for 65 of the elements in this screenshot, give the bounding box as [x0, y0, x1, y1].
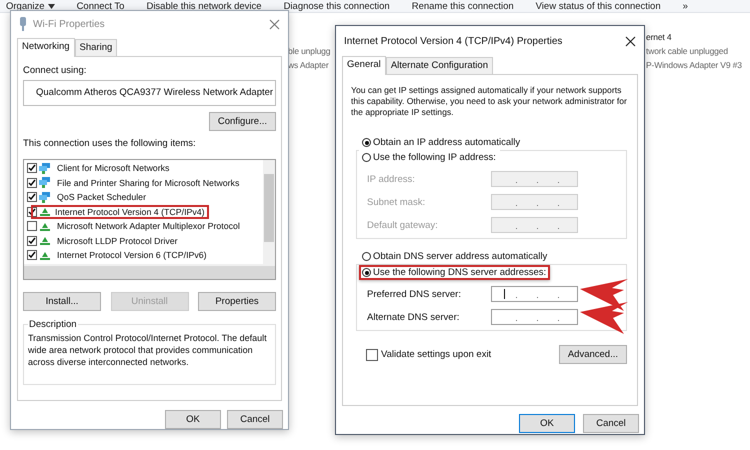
toolbar-button[interactable]: » — [682, 0, 688, 12]
field-label: Default gateway: — [367, 220, 439, 230]
checkbox[interactable] — [27, 221, 37, 232]
connection-text: P-Windows Adapter V9 #3 — [646, 59, 742, 72]
field-label: Connect using: — [23, 64, 88, 76]
dialog-button[interactable]: OK — [519, 414, 575, 433]
protocol-icon — [39, 250, 51, 261]
toolbar-button[interactable]: Organize — [6, 0, 55, 12]
item-button[interactable]: Properties — [198, 292, 276, 311]
connection-text: twork cable unplugged — [646, 45, 729, 58]
checkbox[interactable] — [27, 250, 37, 260]
toolbar-button[interactable]: Disable this network device — [146, 0, 262, 12]
window-title: Internet Protocol Version 4 (TCP/IPv4) Properties — [344, 36, 564, 46]
configure-button[interactable]: Configure... — [208, 112, 276, 131]
checkbox-option[interactable]: Validate settings upon exit — [366, 348, 492, 360]
toolbar-button[interactable]: Rename this connection — [412, 0, 514, 12]
list-item[interactable]: File and Printer Sharing for Microsoft Networks — [53, 176, 244, 190]
field-label: Subnet mask: — [367, 196, 426, 208]
tab[interactable]: Alternate Configuration — [386, 57, 493, 74]
tab[interactable]: General — [342, 56, 386, 75]
tab[interactable]: Sharing — [74, 38, 118, 56]
window-title: Wi-Fi Properties — [33, 18, 106, 30]
intro-text: You can get IP settings assigned automatically if your network supports this capability. Otherwise, you need to ask your network administrator for the appropriate IP settings. — [351, 85, 628, 118]
list-item[interactable]: Client for Microsoft Networks — [53, 161, 174, 176]
network-icon — [39, 162, 51, 174]
list-item[interactable]: QoS Packet Scheduler — [53, 190, 150, 204]
checkbox[interactable] — [27, 178, 37, 188]
close-icon[interactable] — [625, 36, 636, 46]
toolbar-button[interactable]: Connect To — [76, 0, 124, 12]
protocol-icon — [39, 235, 51, 246]
list-item[interactable]: Microsoft Network Adapter Multiplexor Protocol — [53, 219, 244, 234]
protocol-icon — [39, 220, 51, 232]
list-item[interactable]: Microsoft LLDP Protocol Driver — [53, 234, 182, 248]
toolbar-button[interactable]: Diagnose this connection — [284, 0, 390, 12]
checkbox[interactable] — [27, 236, 37, 246]
list-item[interactable]: Internet Protocol Version 6 (TCP/IPv6) — [53, 248, 211, 262]
list-item[interactable]: Internet Protocol Version 4 (TCP/IPv4) — [31, 204, 209, 219]
description-text: Transmission Control Protocol/Internet Protocol. The default wide area network protocol that provides communication across diverse interconnected networks. — [28, 332, 268, 368]
scrollbar[interactable] — [24, 264, 275, 279]
checkbox[interactable] — [27, 163, 37, 174]
field-label: Alternate DNS server: — [367, 312, 460, 322]
field-label: Preferred DNS server: — [367, 288, 462, 300]
radio-option[interactable]: Obtain an IP address automatically — [359, 135, 526, 150]
dialog-button[interactable]: Cancel — [583, 414, 639, 433]
ip-field[interactable] — [491, 286, 578, 302]
radio-option[interactable]: Use the following DNS server addresses: — [359, 265, 550, 280]
field-label: This connection uses the following items: — [23, 138, 197, 149]
field-label: IP address: — [367, 174, 416, 184]
toolbar-button[interactable]: View status of this connection — [536, 0, 661, 12]
tab[interactable]: Networking — [17, 38, 75, 57]
network-icon — [39, 177, 51, 188]
protocol-icon — [39, 206, 51, 218]
adapter-name: Qualcomm Atheros QCA9377 Wireless Network Adapter — [36, 87, 274, 98]
ip-field[interactable] — [491, 309, 578, 325]
network-icon — [39, 192, 51, 203]
scrollbar[interactable] — [263, 160, 275, 266]
radio-option[interactable]: Use the following IP address: — [359, 150, 500, 165]
radio-option[interactable]: Obtain DNS server address automatically — [359, 249, 552, 264]
connection-text: ernet 4 — [646, 31, 672, 44]
dialog-button[interactable]: OK — [165, 410, 221, 429]
item-button[interactable]: Install... — [23, 292, 101, 311]
group-title: Description — [28, 318, 78, 330]
checkbox[interactable] — [27, 192, 37, 202]
dialog-button[interactable]: Cancel — [227, 410, 283, 429]
advanced-button[interactable]: Advanced... — [558, 345, 627, 364]
